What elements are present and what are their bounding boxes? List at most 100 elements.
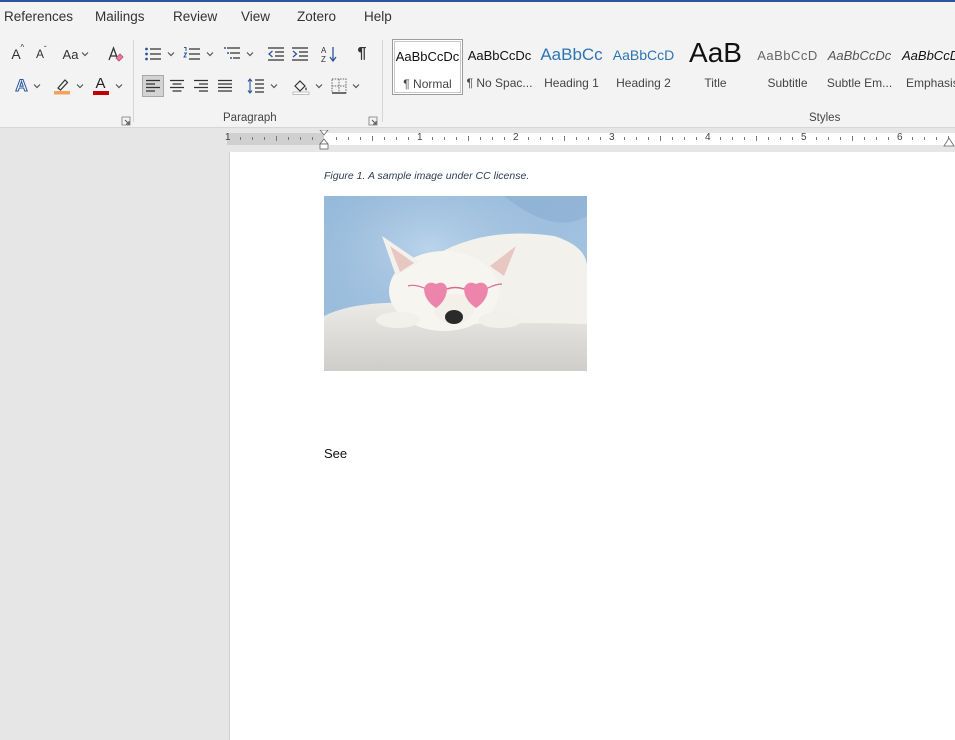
chevron-down-icon bbox=[315, 84, 322, 89]
line-spacing-button[interactable] bbox=[245, 75, 279, 97]
ruler-tick bbox=[768, 137, 769, 140]
ruler-tick bbox=[252, 137, 253, 140]
document-page[interactable]: Figure 1. A sample image under CC licens… bbox=[229, 152, 955, 740]
align-left-button[interactable] bbox=[142, 75, 164, 97]
clear-formatting-button[interactable] bbox=[104, 43, 126, 65]
change-case-icon: Aa bbox=[62, 46, 79, 62]
dog-photo-image[interactable] bbox=[324, 196, 587, 371]
shrink-font-button[interactable]: Aˇ bbox=[31, 43, 49, 65]
group-separator bbox=[133, 40, 134, 122]
tab-mailings[interactable]: Mailings bbox=[95, 9, 145, 24]
font-color-button[interactable]: A bbox=[90, 75, 124, 97]
ruler-tick bbox=[744, 137, 745, 140]
chevron-down-icon bbox=[246, 52, 253, 57]
svg-text:A: A bbox=[321, 46, 327, 55]
shading-button[interactable] bbox=[290, 75, 324, 97]
text-effects-icon: A bbox=[15, 76, 28, 96]
multilevel-list-button[interactable] bbox=[221, 43, 255, 65]
ruler-tick bbox=[912, 137, 913, 140]
increase-indent-icon bbox=[292, 47, 308, 61]
right-indent-marker-icon[interactable] bbox=[943, 138, 955, 147]
ruler-tick bbox=[288, 137, 289, 140]
ruler-tick bbox=[408, 137, 409, 140]
style-title[interactable]: AaB Title bbox=[680, 39, 751, 95]
body-paragraph[interactable]: See bbox=[324, 446, 347, 461]
numbering-button[interactable] bbox=[181, 43, 215, 65]
ruler-label: 1 bbox=[417, 132, 423, 143]
style-subtitle[interactable]: AaBbCcD Subtitle bbox=[752, 39, 823, 95]
sort-button[interactable]: A Z bbox=[319, 43, 341, 65]
ruler-tick bbox=[444, 137, 445, 140]
style-normal[interactable]: AaBbCcDc ¶ Normal bbox=[392, 39, 463, 95]
tab-references[interactable]: References bbox=[4, 9, 73, 24]
ruler-tick bbox=[840, 137, 841, 140]
multilevel-list-icon bbox=[223, 47, 240, 59]
ruler-tick bbox=[876, 137, 877, 140]
ruler-label: 5 bbox=[801, 132, 807, 143]
indent-markers-icon[interactable] bbox=[318, 130, 330, 150]
highlight-color-button[interactable] bbox=[51, 75, 85, 97]
word-window: References Mailings Review View Zotero H… bbox=[0, 0, 955, 740]
change-case-button[interactable]: Aa bbox=[60, 43, 92, 65]
svg-text:Z: Z bbox=[321, 55, 326, 63]
clear-formatting-icon bbox=[108, 46, 124, 62]
ruler-label: 6 bbox=[897, 132, 903, 143]
figure-caption[interactable]: Figure 1. A sample image under CC licens… bbox=[324, 170, 529, 182]
borders-button[interactable] bbox=[328, 75, 362, 97]
ruler-tick bbox=[888, 137, 889, 140]
ruler-tick bbox=[696, 137, 697, 140]
paragraph-group-label: Paragraph bbox=[223, 112, 277, 124]
align-center-button[interactable] bbox=[166, 75, 188, 97]
ruler-tick bbox=[336, 137, 337, 140]
grow-font-icon: A ^ bbox=[11, 43, 25, 62]
ruler-tick bbox=[852, 136, 853, 141]
chevron-down-icon bbox=[352, 84, 359, 89]
ruler-tick bbox=[300, 137, 301, 140]
tab-zotero[interactable]: Zotero bbox=[297, 9, 336, 24]
style-no-spacing[interactable]: AaBbCcDc ¶ No Spac... bbox=[464, 39, 535, 95]
ruler-tick bbox=[360, 137, 361, 140]
group-separator bbox=[382, 40, 383, 122]
ruler-label: 2 bbox=[513, 132, 519, 143]
ruler-tick bbox=[732, 137, 733, 140]
ruler-tick bbox=[528, 137, 529, 140]
ruler-tick bbox=[396, 137, 397, 140]
align-right-icon bbox=[194, 79, 208, 92]
ruler-tick bbox=[624, 137, 625, 140]
chevron-down-icon bbox=[76, 84, 83, 89]
horizontal-ruler[interactable]: 1 1 2 3 4 5 6 bbox=[225, 130, 955, 150]
ruler-tick bbox=[924, 137, 925, 140]
show-formatting-marks-button[interactable]: ¶ bbox=[351, 43, 373, 65]
ruler-tick bbox=[684, 137, 685, 140]
ruler-tick bbox=[936, 137, 937, 140]
ruler-tick bbox=[780, 137, 781, 140]
align-right-button[interactable] bbox=[190, 75, 212, 97]
pilcrow-icon: ¶ bbox=[357, 45, 367, 62]
chevron-down-icon bbox=[82, 52, 89, 57]
chevron-down-icon bbox=[206, 52, 213, 57]
paragraph-dialog-launcher[interactable] bbox=[368, 113, 378, 126]
chevron-down-icon bbox=[115, 84, 122, 89]
tab-review[interactable]: Review bbox=[173, 9, 217, 24]
increase-indent-button[interactable] bbox=[289, 43, 311, 65]
ruler-tick bbox=[372, 136, 373, 141]
justify-button[interactable] bbox=[214, 75, 236, 97]
font-color-icon: A bbox=[92, 75, 110, 96]
font-dialog-launcher[interactable] bbox=[121, 113, 131, 126]
styles-group-label: Styles bbox=[809, 112, 841, 124]
style-heading-1[interactable]: AaBbCc Heading 1 bbox=[536, 39, 607, 95]
ruler-tick bbox=[468, 136, 469, 141]
style-subtle-emphasis[interactable]: AaBbCcDc Subtle Em... bbox=[824, 39, 895, 95]
ruler-tick bbox=[276, 136, 277, 141]
grow-font-button[interactable]: A ^ bbox=[6, 43, 26, 65]
style-emphasis[interactable]: AaBbCcDc Emphasis bbox=[896, 39, 955, 95]
paint-bucket-icon bbox=[292, 80, 309, 95]
bullets-button[interactable] bbox=[142, 43, 176, 65]
text-effects-button[interactable]: A bbox=[12, 75, 44, 97]
ruler-tick bbox=[660, 136, 661, 141]
tab-view[interactable]: View bbox=[241, 9, 270, 24]
numbered-list-icon bbox=[182, 47, 200, 60]
decrease-indent-button[interactable] bbox=[265, 43, 287, 65]
tab-help[interactable]: Help bbox=[364, 9, 392, 24]
style-heading-2[interactable]: AaBbCcD Heading 2 bbox=[608, 39, 679, 95]
